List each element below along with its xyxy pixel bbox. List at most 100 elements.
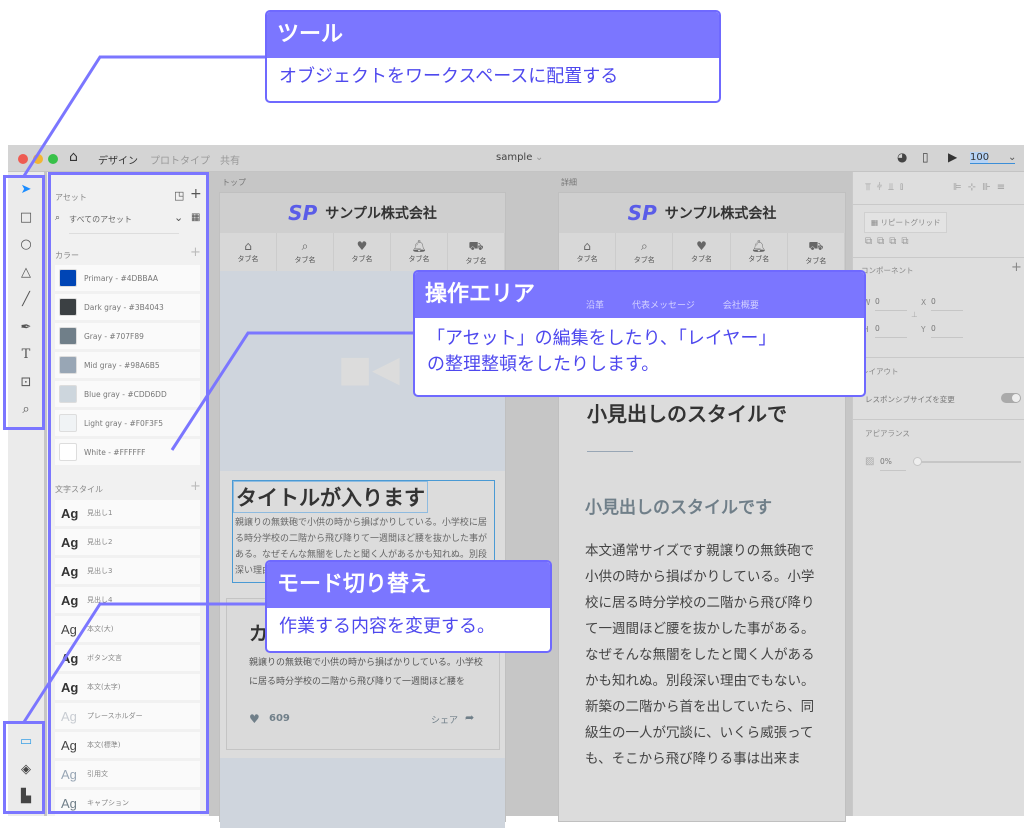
document-title[interactable]: sample (496, 152, 532, 163)
bell-icon: 🔔︎ (411, 239, 427, 253)
property-inspector: ⫪⫩⫫⫾ ⊫⊹⊪≡ ▦ リピートグリッド ⧉⧉⧉⧉ コンポーネント + W 0 … (852, 172, 1024, 816)
tab-label: タブ名 (465, 257, 487, 265)
play-icon[interactable]: ▶ (948, 150, 957, 164)
body-line: も、そこから飛び降りる事は出来ま (585, 751, 801, 767)
sub-navigation: 沿革 代表メッセージ 会社概要 (586, 298, 759, 311)
chevron-down-icon[interactable]: ⌄ (535, 152, 543, 163)
company-name: サンプル株式会社 (325, 206, 437, 222)
boolean-operation-icons[interactable]: ⧉⧉⧉⧉ (865, 236, 914, 247)
tab-bar: ⌂ タブ名 ⌕ タブ名 ♥ タブ名 🔔︎ タブ名 ⛟ タブ名 (559, 233, 846, 271)
close-window-button[interactable] (18, 154, 28, 164)
bell-icon: 🔔︎ (751, 239, 767, 253)
tab-item[interactable]: ♥ タブ名 (673, 233, 731, 271)
subnav-item[interactable]: 代表メッセージ (632, 298, 695, 311)
home-icon: ⌂ (244, 239, 252, 253)
body-line: 新築の二階から首を出していたら、同 (585, 699, 815, 715)
annotation-operation-area: 操作エリア 「アセット」の編集をしたり、「レイヤー」 の整理整頓をしたりします。 (413, 270, 866, 397)
annotation-tools: ツール オブジェクトをワークスペースに配置する (265, 10, 721, 103)
section-heading: 小見出しのスタイルで (587, 402, 787, 426)
height-input[interactable]: 0 (875, 324, 907, 338)
title-bar: ⌂ デザイン プロトタイプ 共有 sample ⌄ ◕ ▯ ▶ 100 ⌄ (8, 145, 1024, 175)
home-icon: ⌂ (583, 239, 591, 253)
tab-label: タブ名 (294, 256, 316, 264)
tab-label: タブ名 (805, 257, 827, 265)
subnav-item[interactable]: 会社概要 (723, 298, 759, 311)
body-line: 本文通常サイズです親譲りの無鉄砲で (585, 543, 815, 559)
annotation-body: 作業する内容を変更する。 (279, 616, 495, 637)
tab-share[interactable]: 共有 (220, 152, 240, 167)
annotation-title: モード切り替え (267, 562, 550, 608)
mobile-preview-icon[interactable]: ▯ (922, 150, 929, 164)
opacity-slider-handle[interactable] (913, 457, 922, 466)
operation-area-highlight (48, 172, 209, 814)
share-user-icon[interactable]: ◕ (897, 150, 907, 164)
body-line: なぜそんな無闇をしたと聞く人がある (585, 647, 815, 663)
responsive-resize-toggle[interactable] (1001, 393, 1021, 403)
tab-label: タブ名 (691, 255, 712, 263)
tab-item[interactable]: ⛟ タブ名 (448, 233, 505, 271)
component-label: コンポーネント (861, 266, 914, 275)
x-input[interactable]: 0 (931, 297, 963, 311)
tab-item[interactable]: ⌂ タブ名 (559, 233, 617, 271)
repeat-grid-button[interactable]: ▦ リピートグリッド (864, 212, 948, 233)
cart-icon: ⛟ (468, 239, 484, 253)
artboard-label[interactable]: 詳細 (561, 177, 577, 188)
body-line: て一週間ほど腰を抜かした事がある。 (585, 621, 815, 637)
x-label: X (921, 298, 927, 307)
responsive-resize-label: レスポンシブサイズを変更 (865, 395, 955, 404)
tab-item[interactable]: 🔔︎ タブ名 (730, 233, 788, 271)
tab-item[interactable]: ⌂ タブ名 (220, 233, 277, 271)
tab-label: タブ名 (748, 255, 770, 263)
tab-item[interactable]: ♥ タブ名 (334, 233, 391, 271)
body-line: 校に居る時分学校の二階から飛び降り (585, 595, 815, 611)
layout-label: レイアウト (861, 367, 899, 376)
share-link[interactable]: シェア (431, 713, 458, 726)
y-input[interactable]: 0 (931, 324, 963, 338)
footer-area (220, 758, 505, 828)
lock-aspect-icon[interactable]: ⊥ (911, 310, 918, 319)
artboard-label[interactable]: トップ (222, 177, 246, 188)
tab-item[interactable]: ⌕ タブ名 (616, 233, 674, 271)
subheading: 小見出しのスタイルです (585, 498, 772, 518)
card-text: 親譲りの無鉄砲で小供の時から損ばかりしている。小学校に居る時分学校の二階から飛び… (249, 658, 483, 687)
maximize-window-button[interactable] (48, 154, 58, 164)
heart-icon[interactable]: ♥ (249, 712, 260, 726)
align-horizontal-icons[interactable]: ⊫⊹⊪≡ (953, 182, 1011, 193)
tab-item[interactable]: ⛟ タブ名 (787, 233, 846, 271)
logo: SP (627, 201, 657, 225)
annotation-title: 操作エリア (415, 272, 864, 318)
like-count: 609 (269, 713, 290, 724)
tab-item[interactable]: ⌕ タブ名 (277, 233, 334, 271)
site-header: SP サンプル株式会社 (559, 193, 845, 233)
minimize-window-button[interactable] (33, 154, 43, 164)
subnav-item[interactable]: 沿革 (586, 298, 604, 311)
opacity-icon: ▨ (865, 456, 875, 467)
site-header: SP サンプル株式会社 (220, 193, 505, 233)
search-icon: ⌕ (640, 239, 648, 253)
video-camera-icon: ■◀ (338, 349, 400, 390)
home-icon[interactable]: ⌂ (69, 149, 78, 165)
annotation-title: ツール (267, 12, 719, 58)
chevron-down-icon[interactable]: ⌄ (1008, 152, 1016, 163)
body-text: 本文通常サイズです親譲りの無鉄砲で 小供の時から損ばかりしている。小学 校に居る時分… (585, 538, 815, 772)
tools-highlight (3, 175, 45, 430)
tab-label: タブ名 (633, 256, 655, 264)
appearance-label: アピアランス (865, 429, 910, 438)
search-icon: ⌕ (301, 239, 309, 253)
tab-label: タブ名 (351, 255, 373, 263)
opacity-input[interactable]: 0% (880, 457, 906, 471)
annotation-line: の整理整頓をしたりします。 (427, 354, 660, 375)
opacity-slider[interactable] (915, 461, 1021, 463)
annotation-line: 「アセット」の編集をしたり、「レイヤー」 (427, 328, 777, 349)
heart-icon: ♥ (696, 239, 707, 253)
logo: SP (288, 201, 318, 225)
width-input[interactable]: 0 (875, 297, 907, 311)
title-text[interactable]: タイトルが入ります (233, 481, 428, 513)
tab-item[interactable]: 🔔︎ タブ名 (391, 233, 448, 271)
add-component-icon[interactable]: + (1011, 260, 1022, 275)
share-arrow-icon[interactable]: ➦ (465, 711, 474, 724)
repeat-grid-label: リピートグリッド (880, 218, 941, 227)
align-vertical-icons[interactable]: ⫪⫩⫫⫾ (865, 182, 909, 193)
tab-prototype[interactable]: プロトタイプ (150, 152, 210, 167)
mode-highlight (3, 721, 45, 814)
